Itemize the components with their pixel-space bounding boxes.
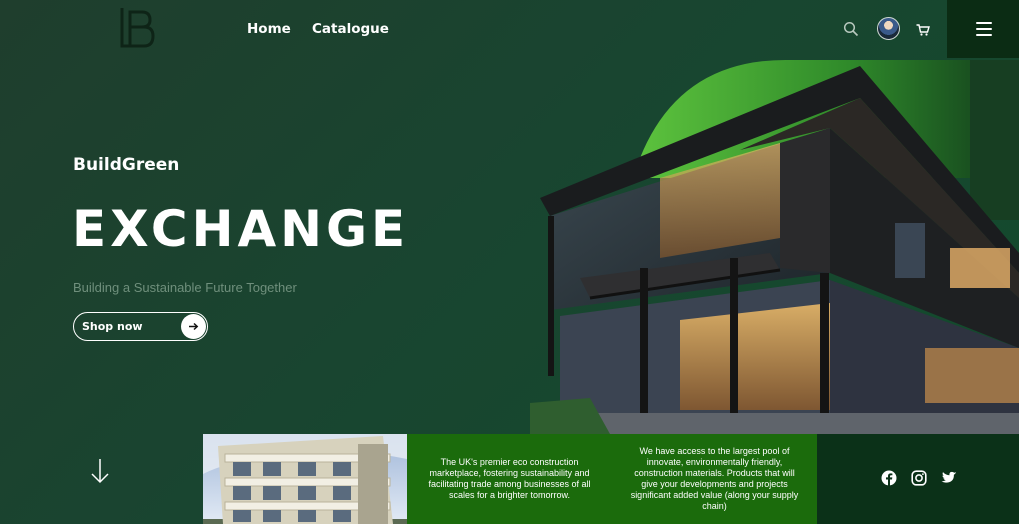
user-avatar[interactable] <box>877 17 900 40</box>
hamburger-menu-icon <box>976 22 992 24</box>
cart-icon[interactable] <box>916 24 930 36</box>
shop-now-label: Shop now <box>82 320 143 333</box>
hero-tagline: Building a Sustainable Future Together <box>73 280 297 295</box>
apartment-building-photo <box>203 434 407 524</box>
modern-house-image <box>530 59 1019 434</box>
hero-title: EXCHANGE <box>72 200 410 258</box>
shop-now-button[interactable]: Shop now <box>73 312 208 341</box>
site-header: Home Catalogue <box>0 0 1019 58</box>
instagram-icon[interactable] <box>911 470 927 486</box>
info-text-materials: We have access to the largest pool of in… <box>630 446 799 511</box>
hamburger-menu-icon <box>976 34 992 36</box>
info-panel-materials: We have access to the largest pool of in… <box>612 434 817 524</box>
info-text-marketplace: The UK's premier eco construction market… <box>428 457 591 500</box>
hamburger-menu-icon <box>976 28 992 30</box>
facebook-icon[interactable] <box>881 470 897 486</box>
search-icon[interactable] <box>843 21 859 37</box>
hamburger-menu-button[interactable] <box>947 0 1019 58</box>
nav-home-link[interactable]: Home <box>247 21 291 37</box>
nav-catalogue-link[interactable]: Catalogue <box>312 21 389 37</box>
bl-monogram-logo-icon[interactable] <box>118 6 158 50</box>
arrow-right-icon <box>181 314 206 339</box>
brand-name: BuildGreen <box>73 155 180 175</box>
info-panel-marketplace: The UK's premier eco construction market… <box>407 434 612 524</box>
twitter-icon[interactable] <box>941 470 957 486</box>
scroll-down-arrow-icon[interactable] <box>90 458 110 484</box>
